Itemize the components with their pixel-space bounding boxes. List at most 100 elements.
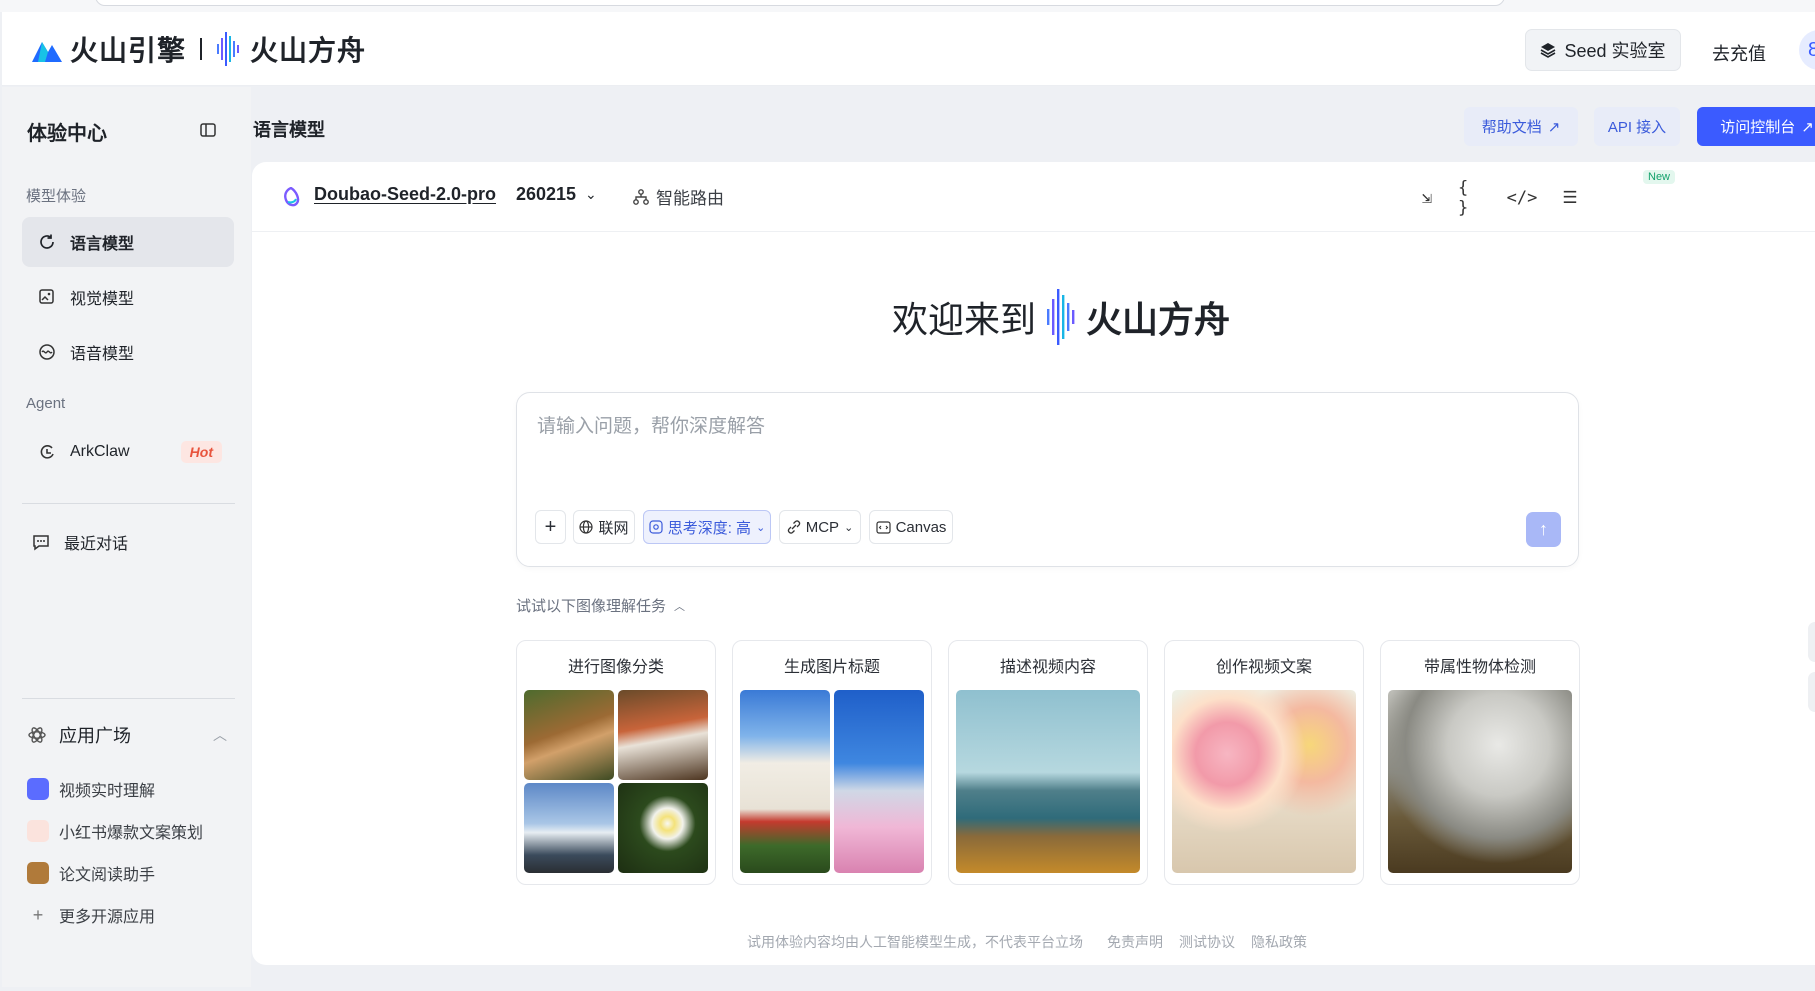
arkclaw-icon [40, 445, 54, 459]
brand-left-text: 火山引擎 [70, 35, 187, 66]
smart-routing-button[interactable]: 智能路由 [632, 184, 724, 209]
add-attachment-button[interactable]: + [535, 510, 566, 544]
api-access-button[interactable]: API 接入 [1594, 107, 1680, 146]
app-item-label: 视频实时理解 [59, 783, 156, 800]
app-item-video-understanding[interactable]: 视频实时理解 [27, 777, 155, 801]
task-card-title: 生成图片标题 [783, 659, 880, 676]
layers-icon [1541, 43, 1556, 58]
doubao-model-icon [284, 187, 300, 207]
section-label-models: 模型体验 [26, 188, 87, 205]
try-tasks-label: 试试以下图像理解任务 [516, 598, 667, 615]
sidebar-item-vision-model[interactable]: 视觉模型 [22, 272, 234, 322]
sliders-icon[interactable]: ☰ [1558, 186, 1582, 210]
console-button[interactable]: 访问控制台 ↗ [1697, 107, 1815, 146]
external-link-icon: ↗ [1547, 118, 1561, 136]
send-button[interactable]: ↑ [1526, 512, 1561, 547]
model-version[interactable]: 260215 [516, 184, 576, 205]
page-title: 语言模型 [253, 120, 325, 140]
sidebar-item-voice-model[interactable]: 语音模型 [22, 327, 234, 377]
model-selector[interactable]: Doubao-Seed-2.0-pro [314, 184, 496, 205]
compress-icon[interactable]: ⇲ [1415, 186, 1439, 210]
mountain-image [524, 783, 614, 873]
app-plaza-header[interactable]: 应用广场 ︿ [27, 720, 227, 750]
sidebar-item-label: 语音模型 [70, 346, 135, 363]
app-item-label: 更多开源应用 [59, 909, 156, 926]
canvas-label: Canvas [895, 518, 947, 536]
globe-icon [579, 520, 594, 534]
seed-lab-button[interactable]: Seed 实验室 [1525, 29, 1681, 71]
task-card-video-description[interactable]: 描述视频内容 [948, 640, 1148, 885]
brain-icon [649, 520, 663, 534]
brand-divider [200, 38, 203, 60]
brand-logo[interactable]: 火山引擎 火山方舟 [32, 32, 366, 66]
task-card-object-detection[interactable]: 带属性物体检测 [1380, 640, 1580, 885]
image-edit-icon [39, 289, 54, 304]
avatar[interactable]: 8 [1799, 30, 1815, 70]
scroll-handle[interactable] [1808, 672, 1815, 712]
task-card-video-copywriting[interactable]: 创作视频文案 [1164, 640, 1364, 885]
refresh-chat-icon [40, 234, 54, 249]
help-docs-button[interactable]: 帮助文档 ↗ [1464, 107, 1578, 146]
console-label: 访问控制台 [1720, 119, 1796, 136]
model-bar: Doubao-Seed-2.0-pro 260215 ⌄ 智能路由 ⇲ New … [252, 162, 1815, 232]
app-item-more-open-source[interactable]: + 更多开源应用 [27, 903, 155, 927]
task-card-image-classification[interactable]: 进行图像分类 [516, 640, 716, 885]
chevron-down-icon: ⌄ [756, 521, 766, 534]
thinking-depth-select[interactable]: 思考深度: 高 ⌄ [643, 510, 771, 544]
browser-chrome [0, 0, 1815, 12]
atom-icon [28, 727, 46, 743]
prompt-input[interactable] [537, 411, 1537, 471]
web-search-toggle[interactable]: 联网 [573, 510, 635, 544]
section-label-agent: Agent [26, 395, 66, 412]
smart-routing-label: 智能路由 [656, 189, 724, 208]
chat-panel: Doubao-Seed-2.0-pro 260215 ⌄ 智能路由 ⇲ New … [252, 162, 1815, 965]
welcome-brand: 火山方舟 [1086, 299, 1231, 340]
task-card-image-caption[interactable]: 生成图片标题 [732, 640, 932, 885]
red-panda-image [618, 690, 708, 780]
sidebar-collapse-icon[interactable] [198, 120, 218, 140]
composer: + 联网 思考深度: 高 ⌄ MCP ⌄ [516, 392, 1579, 567]
thinking-depth-label: 思考深度: 高 [667, 519, 752, 537]
flowers-image [1172, 690, 1356, 873]
recharge-link[interactable]: 去充值 [1712, 40, 1766, 66]
paper-icon [27, 862, 49, 884]
seed-lab-label: Seed 实验室 [1564, 41, 1666, 61]
task-card-title: 带属性物体检测 [1423, 659, 1536, 676]
code-icon[interactable]: </> [1507, 186, 1538, 210]
sidebar-item-label: 最近对话 [64, 536, 129, 553]
app-item-label: 论文阅读助手 [59, 867, 156, 884]
browser-address-bar[interactable] [95, 0, 1505, 6]
sidebar-item-arkclaw[interactable]: ArkClaw Hot [22, 427, 234, 477]
rocket-icon [27, 820, 49, 842]
voice-icon [39, 344, 55, 360]
json-icon[interactable]: { } [1458, 178, 1482, 218]
arrow-up-icon: ↑ [1539, 519, 1548, 539]
task-card-title: 进行图像分类 [567, 659, 664, 676]
try-tasks-toggle[interactable]: 试试以下图像理解任务 ︿ [516, 595, 685, 616]
tower-image [834, 690, 924, 873]
footer: 试用体验内容均由人工智能模型生成，不代表平台立场 免责声明 测试协议 隐私政策 [747, 932, 1307, 952]
app-item-xiaohongshu[interactable]: 小红书爆款文案策划 [27, 819, 203, 843]
help-docs-label: 帮助文档 [1481, 119, 1542, 136]
sidebar-title: 体验中心 [27, 123, 107, 145]
scroll-handle[interactable] [1808, 622, 1815, 662]
test-agreement-link[interactable]: 测试协议 [1179, 932, 1235, 952]
chevron-down-icon[interactable]: ⌄ [585, 186, 597, 203]
sidebar-item-language-model[interactable]: 语言模型 [22, 217, 234, 267]
mcp-label: MCP [805, 518, 840, 536]
privacy-policy-link[interactable]: 隐私政策 [1251, 932, 1307, 952]
disclaimer-link[interactable]: 免责声明 [1107, 932, 1163, 952]
mcp-select[interactable]: MCP ⌄ [779, 510, 861, 544]
sidebar-item-recent-chats[interactable]: 最近对话 [22, 517, 234, 567]
welcome-prefix: 欢迎来到 [892, 299, 1037, 340]
ark-wave-icon [217, 32, 240, 66]
top-navigation: 火山引擎 火山方舟 Seed 实验室 去充值 8 [2, 12, 1815, 86]
house-image [740, 690, 830, 873]
chevron-up-icon[interactable]: ︿ [213, 725, 227, 745]
app-item-paper-reading[interactable]: 论文阅读助手 [27, 861, 155, 885]
daisy-image [618, 783, 708, 873]
plus-icon: + [544, 515, 557, 538]
canvas-toggle[interactable]: Canvas [869, 510, 953, 544]
sidebar-divider [22, 698, 235, 699]
brand-right-text: 火山方舟 [250, 35, 367, 66]
